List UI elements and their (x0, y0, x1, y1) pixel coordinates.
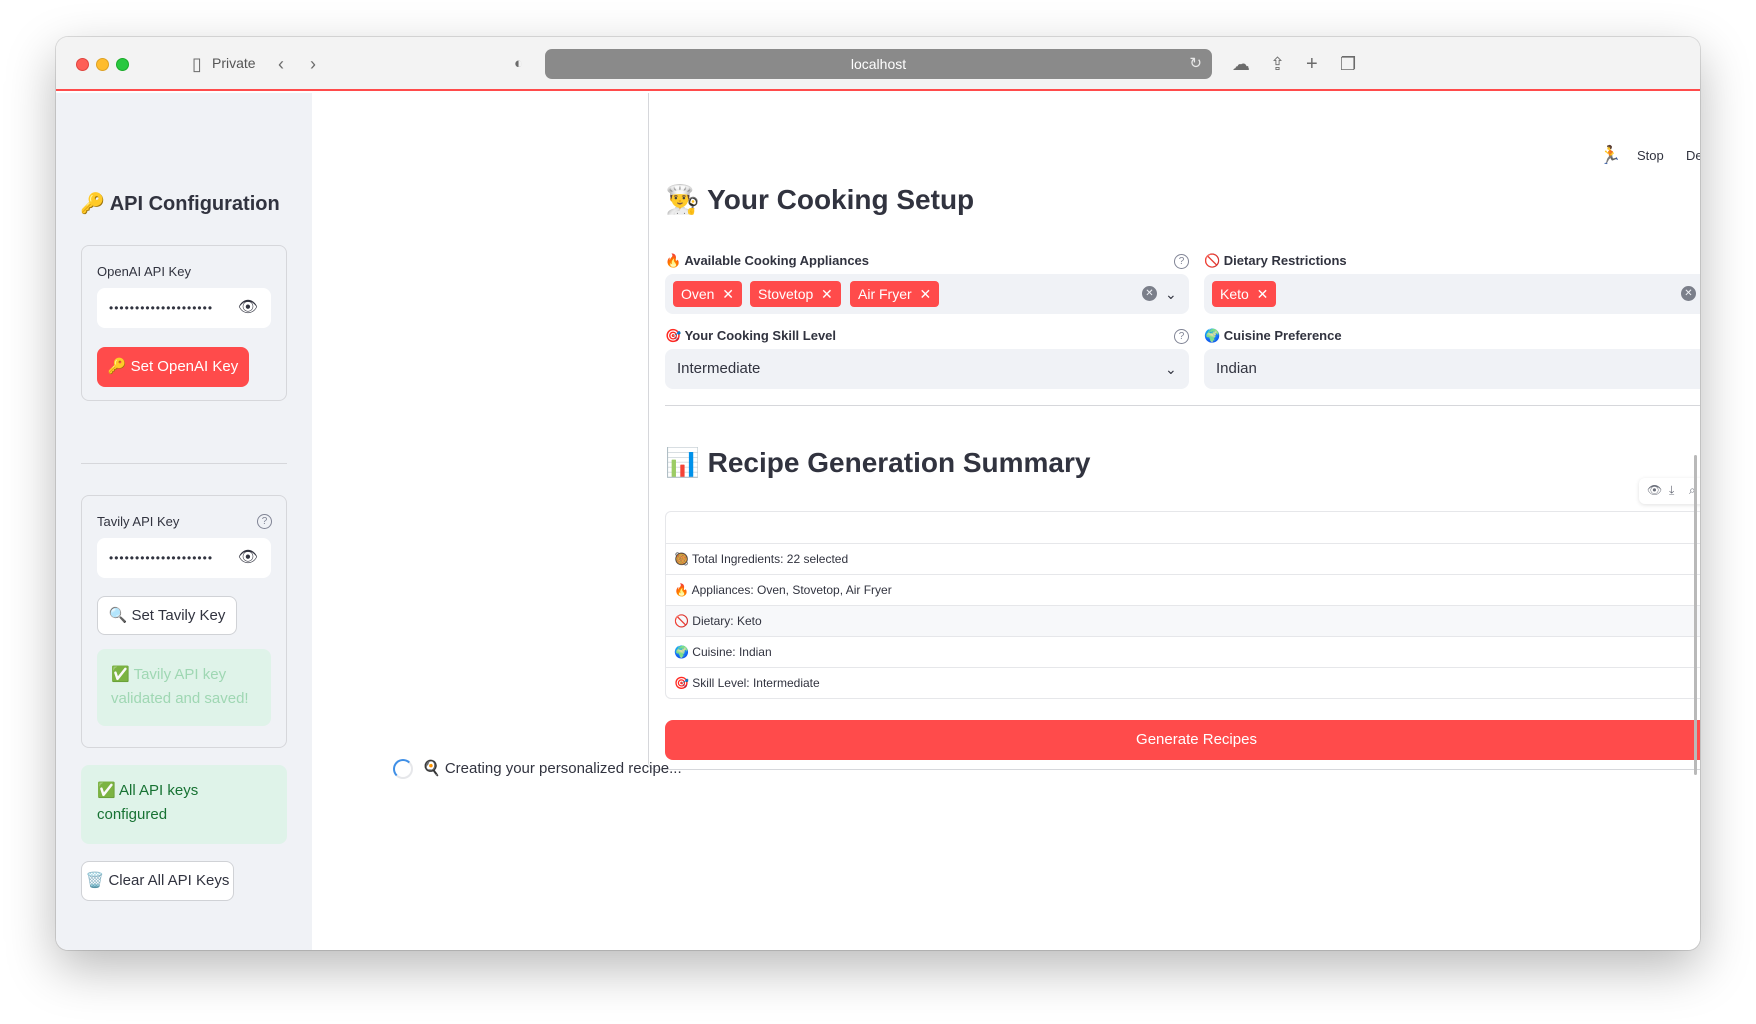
clear-selection-icon[interactable]: ✕ (1681, 286, 1696, 301)
close-window-button[interactable] (76, 58, 89, 71)
forward-icon[interactable]: › (310, 51, 316, 77)
all-keys-configured-message: ✅ All API keys configured (81, 765, 287, 844)
show-password-icon[interactable]: 👁 (238, 288, 259, 328)
url-bar[interactable]: localhost ↻ (545, 49, 1212, 79)
back-icon[interactable]: ‹ (278, 51, 284, 77)
tavily-key-card: Tavily API Key ? •••••••••••••••••••• 👁 … (81, 495, 287, 748)
dietary-multiselect[interactable]: Keto ✕ ✕ ⌄ (1204, 274, 1700, 314)
minimize-window-button[interactable] (96, 58, 109, 71)
help-icon[interactable]: ? (1174, 329, 1189, 344)
cuisine-label: 🌍 Cuisine Preference (1204, 328, 1342, 343)
cuisine-select[interactable]: Indian ⌄ (1204, 349, 1700, 389)
appliances-multiselect[interactable]: Oven ✕ Stovetop ✕ Air Fryer ✕ ✕ ⌄ (665, 274, 1189, 314)
help-icon[interactable]: ? (257, 514, 272, 529)
zoom-window-button[interactable] (116, 58, 129, 71)
summary-table: 🥘 Total Ingredients: 22 selected 🔥 Appli… (665, 511, 1700, 699)
skill-select[interactable]: Intermediate ⌄ (665, 349, 1189, 389)
openai-key-card: OpenAI API Key •••••••••••••••••••• 👁 🔑 … (81, 245, 287, 401)
cooking-setup-title: 👨‍🍳 Your Cooking Setup (665, 184, 975, 215)
openai-key-value: •••••••••••••••••••• (109, 301, 214, 315)
spinner-text: 🍳 Creating your personalized recipe... (422, 760, 682, 777)
openai-key-label: OpenAI API Key (97, 264, 191, 279)
sidebar: 🔑 API Configuration OpenAI API Key •••••… (56, 93, 312, 950)
main-content: 🏃 Stop Deploy ⋮ 👨‍🍳 Your Cooking Setup 🔥… (312, 93, 1700, 950)
table-row: 🎯 Skill Level: Intermediate (666, 667, 1700, 698)
appliances-label: 🔥 Available Cooking Appliances (665, 253, 870, 268)
skill-value: Intermediate (677, 360, 761, 377)
show-password-icon[interactable]: 👁 (238, 538, 259, 578)
dietary-chip[interactable]: Keto ✕ (1212, 281, 1277, 307)
chevron-down-icon[interactable]: ⌄ (1165, 274, 1177, 314)
table-row: 🌍 Cuisine: Indian (666, 636, 1700, 667)
clear-selection-icon[interactable]: ✕ (1142, 286, 1157, 301)
browser-toolbar: ▯ Private ‹ › ◐ localhost ↻ ☁ ⇪ + ❐ (56, 37, 1700, 91)
table-row: 🚫 Dietary: Keto (666, 605, 1700, 636)
appliance-chip[interactable]: Air Fryer ✕ (850, 281, 940, 307)
skill-label: 🎯 Your Cooking Skill Level (665, 328, 837, 343)
sidebar-divider (81, 463, 287, 464)
openai-key-input[interactable]: •••••••••••••••••••• 👁 (97, 288, 271, 328)
sidebar-toggle-icon[interactable]: ▯ (192, 51, 202, 77)
dietary-label: 🚫 Dietary Restrictions (1204, 253, 1347, 268)
summary-title: 📊 Recipe Generation Summary (665, 447, 1091, 478)
appliance-chip[interactable]: Stovetop ✕ (750, 281, 841, 307)
set-openai-key-button[interactable]: 🔑 Set OpenAI Key (97, 347, 249, 387)
tabs-overview-icon[interactable]: ❐ (1340, 51, 1356, 77)
cloud-icon[interactable]: ☁ (1232, 51, 1250, 77)
appliance-chip[interactable]: Oven ✕ (673, 281, 742, 307)
table-row: 🥘 Total Ingredients: 22 selected (666, 543, 1700, 574)
scrollbar[interactable] (1694, 455, 1697, 775)
chevron-down-icon[interactable]: ⌄ (1165, 349, 1177, 389)
eye-icon[interactable]: 👁 (1647, 483, 1662, 497)
url-text: localhost (850, 56, 907, 72)
reload-icon[interactable]: ↻ (1189, 49, 1202, 79)
tavily-key-label: Tavily API Key (97, 514, 180, 529)
sidebar-title: 🔑 API Configuration (80, 193, 280, 215)
tavily-key-value: •••••••••••••••••••• (109, 551, 214, 565)
generate-recipes-button[interactable]: Generate Recipes (665, 720, 1700, 760)
tavily-key-input[interactable]: •••••••••••••••••••• 👁 (97, 538, 271, 578)
set-tavily-key-button[interactable]: 🔍 Set Tavily Key (97, 596, 237, 635)
tavily-success-message: ✅ Tavily API key validated and saved! (97, 649, 271, 726)
loading-spinner-icon (393, 759, 413, 779)
cuisine-value: Indian (1216, 360, 1257, 377)
download-icon[interactable]: ⤓ (1669, 483, 1674, 498)
share-icon[interactable]: ⇪ (1270, 51, 1285, 77)
table-toolbar: 👁 ⤓ ⌕ ⛶ (1639, 478, 1700, 504)
help-icon[interactable]: ? (1174, 254, 1189, 269)
new-tab-icon[interactable]: + (1306, 51, 1318, 77)
section-divider (665, 405, 1700, 406)
clear-all-keys-button[interactable]: 🗑️ Clear All API Keys (81, 861, 234, 901)
private-label: Private (212, 55, 256, 71)
browser-window: ▯ Private ‹ › ◐ localhost ↻ ☁ ⇪ + ❐ 🔑 AP… (56, 37, 1700, 950)
setup-container: 👨‍🍳 Your Cooking Setup 🔥 Available Cooki… (648, 93, 1700, 770)
shield-icon[interactable]: ◐ (514, 51, 523, 77)
table-row: 🔥 Appliances: Oven, Stovetop, Air Fryer (666, 574, 1700, 605)
